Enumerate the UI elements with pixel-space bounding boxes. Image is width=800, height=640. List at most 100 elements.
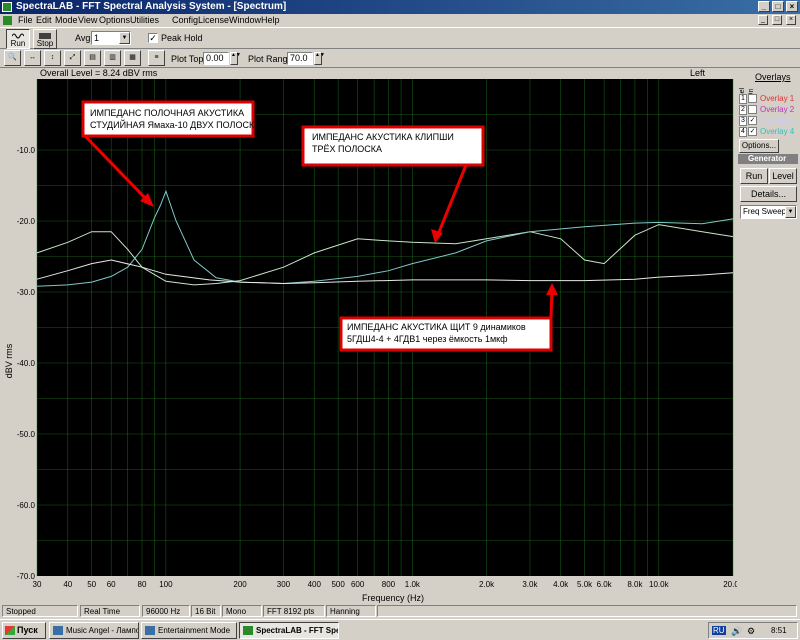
x-tick-label: 100 bbox=[159, 580, 173, 589]
right-panel: Overlays Sel On 1 Overlay 1 2 Overlay 2 … bbox=[737, 68, 800, 603]
generator-details-button[interactable]: Details... bbox=[740, 186, 797, 202]
overlay-4-checkbox[interactable]: ✓ bbox=[748, 127, 757, 136]
overlay-number: 3 bbox=[739, 116, 747, 126]
menu-license[interactable]: License bbox=[198, 14, 229, 27]
zoom-icon[interactable]: 🔍 bbox=[4, 50, 21, 66]
peak-hold-label: Peak Hold bbox=[161, 33, 203, 43]
x-tick-label: 3.0k bbox=[522, 580, 538, 589]
chevron-down-icon: ▼ bbox=[119, 32, 130, 44]
menu-file[interactable]: File bbox=[18, 14, 33, 27]
window-title: SpectraLAB - FFT Spectral Analysis Syste… bbox=[16, 1, 287, 12]
x-tick-label: 8.0k bbox=[627, 580, 643, 589]
y-tick-label: -60.0 bbox=[17, 501, 36, 510]
mdi-restore-button[interactable]: □ bbox=[772, 15, 782, 25]
task-music-angel[interactable]: Music Angel - Ламповые ... bbox=[49, 622, 139, 639]
overlay-options-button[interactable]: Options... bbox=[739, 139, 779, 153]
x-tick-label: 80 bbox=[138, 580, 147, 589]
plot-range-input[interactable]: 70.0 bbox=[287, 52, 313, 65]
status-state: Stopped bbox=[2, 605, 78, 617]
run-label: Run bbox=[10, 39, 26, 48]
x-tick-label: 30 bbox=[33, 580, 42, 589]
task-spectralab[interactable]: SpectraLAB - FFT Spe... bbox=[239, 622, 339, 639]
status-mode: Real Time bbox=[80, 605, 140, 617]
avg-value: 1 bbox=[94, 33, 100, 43]
mdi-minimize-button[interactable]: _ bbox=[758, 15, 768, 25]
plot-top-input[interactable]: 0.00 bbox=[203, 52, 229, 65]
minimize-button[interactable]: _ bbox=[758, 1, 770, 12]
generator-run-button[interactable]: Run bbox=[740, 168, 768, 184]
annotation-panel-line2: 5ГДШ4-4 + 4ГДВ1 через ёмкость 1мкф bbox=[347, 334, 508, 344]
spectrum-chart[interactable]: 30 40 50 60 80 100 200 300 400 500 600 800 1.0k 2.0k 3… bbox=[0, 79, 744, 603]
language-indicator[interactable]: RU bbox=[712, 626, 726, 635]
x-tick-label: 6.0k bbox=[597, 580, 613, 589]
x-tick-label: 600 bbox=[351, 580, 365, 589]
annotation-panel-line1: ИМПЕДАНС АКУСТИКА ЩИТ 9 динамиков bbox=[347, 322, 526, 332]
network-icon[interactable]: ⚙ bbox=[747, 626, 755, 637]
start-button[interactable]: Пуск bbox=[2, 622, 46, 639]
status-empty bbox=[377, 605, 797, 617]
menu-help[interactable]: Help bbox=[261, 14, 280, 27]
annotation-klipsch-line2: ТРЁХ ПОЛОСКА bbox=[312, 144, 382, 154]
x-tick-label: 2.0k bbox=[479, 580, 495, 589]
task-entertainment[interactable]: Entertainment Mode bbox=[141, 622, 237, 639]
generator-level-button[interactable]: Level bbox=[769, 168, 797, 184]
peak-hold-checkbox[interactable]: ✓ bbox=[148, 33, 158, 43]
scale-icon[interactable]: ≡ bbox=[148, 50, 165, 66]
x-tick-label: 50 bbox=[87, 580, 96, 589]
close-button[interactable]: × bbox=[786, 1, 798, 12]
menu-bar: File Edit Mode View Options Utilities Co… bbox=[0, 14, 800, 27]
x-tick-label: 200 bbox=[233, 580, 247, 589]
zoom-out-icon[interactable]: ⤢ bbox=[64, 50, 81, 66]
spectrum-icon[interactable]: ▤ bbox=[84, 50, 101, 66]
waveform-icon bbox=[11, 32, 25, 39]
plot-icon[interactable]: ▦ bbox=[124, 50, 141, 66]
plot-toolbar: 🔍 ↔ ↕ ⤢ ▤ ▥ ▦ ≡ Plot Top: 0.00 ▲▼ Plot R… bbox=[0, 49, 800, 68]
window-icon bbox=[145, 626, 155, 635]
x-tick-label: 1.0k bbox=[405, 580, 421, 589]
avg-select[interactable]: 1 ▼ bbox=[91, 31, 131, 45]
system-tray: RU 🔊 ⚙ 8:51 bbox=[708, 622, 798, 639]
annotation-yamaha-line1: ИМПЕДАНС ПОЛОЧНАЯ АКУСТИКА bbox=[90, 108, 244, 118]
overlay-1-checkbox[interactable] bbox=[748, 94, 757, 103]
x-tick-label: 800 bbox=[382, 580, 396, 589]
maximize-button[interactable]: □ bbox=[772, 1, 784, 12]
y-tick-label: -30.0 bbox=[17, 288, 36, 297]
y-tick-label: -10.0 bbox=[17, 146, 36, 155]
status-bar: Stopped Real Time 96000 Hz 16 Bit Mono F… bbox=[0, 605, 800, 618]
x-tick-label: 5.0k bbox=[577, 580, 593, 589]
menu-config[interactable]: Config bbox=[172, 14, 198, 27]
menu-window[interactable]: Window bbox=[229, 14, 261, 27]
doc-icon[interactable] bbox=[3, 16, 12, 25]
stop-button[interactable]: Stop bbox=[33, 29, 57, 49]
run-button[interactable]: Run bbox=[6, 29, 30, 49]
spectrum-plot[interactable]: 30 40 50 60 80 100 200 300 400 500 600 800 1.0k 2.0k 3… bbox=[0, 79, 744, 603]
x-tick-label: 400 bbox=[308, 580, 322, 589]
status-channels: Mono bbox=[222, 605, 262, 617]
bars-icon[interactable]: ▥ bbox=[104, 50, 121, 66]
overlay-3-checkbox[interactable]: ✓ bbox=[748, 116, 757, 125]
menu-utilities[interactable]: Utilities bbox=[130, 14, 159, 27]
menu-mode[interactable]: Mode bbox=[55, 14, 78, 27]
x-tick-label: 4.0k bbox=[553, 580, 569, 589]
zoom-y-icon[interactable]: ↕ bbox=[44, 50, 61, 66]
menu-options[interactable]: Options bbox=[99, 14, 130, 27]
status-fft-size: FFT 8192 pts bbox=[263, 605, 325, 617]
volume-icon[interactable]: 🔊 bbox=[731, 626, 742, 637]
task-label: Music Angel - Ламповые ... bbox=[66, 626, 138, 635]
spectralab-icon bbox=[243, 626, 253, 635]
task-label: SpectraLAB - FFT Spe... bbox=[256, 626, 339, 635]
overlay-2-checkbox[interactable] bbox=[748, 105, 757, 114]
zoom-x-icon[interactable]: ↔ bbox=[24, 50, 41, 66]
mdi-close-button[interactable]: × bbox=[786, 15, 796, 25]
plot-top-spinner[interactable]: ▲▼ bbox=[230, 52, 241, 65]
x-tick-label: 300 bbox=[277, 580, 291, 589]
overlay-3-label: Overlay 3 bbox=[760, 116, 795, 125]
menu-edit[interactable]: Edit bbox=[36, 14, 52, 27]
menu-view[interactable]: View bbox=[78, 14, 97, 27]
x-tick-label: 40 bbox=[63, 580, 72, 589]
plot-range-spinner[interactable]: ▲▼ bbox=[314, 52, 325, 65]
generator-title: Generator bbox=[738, 154, 798, 164]
generator-mode-select[interactable]: Freq Sweep ▼ bbox=[740, 205, 797, 219]
start-label: Пуск bbox=[17, 625, 38, 635]
generator-mode-value: Freq Sweep bbox=[743, 207, 787, 216]
